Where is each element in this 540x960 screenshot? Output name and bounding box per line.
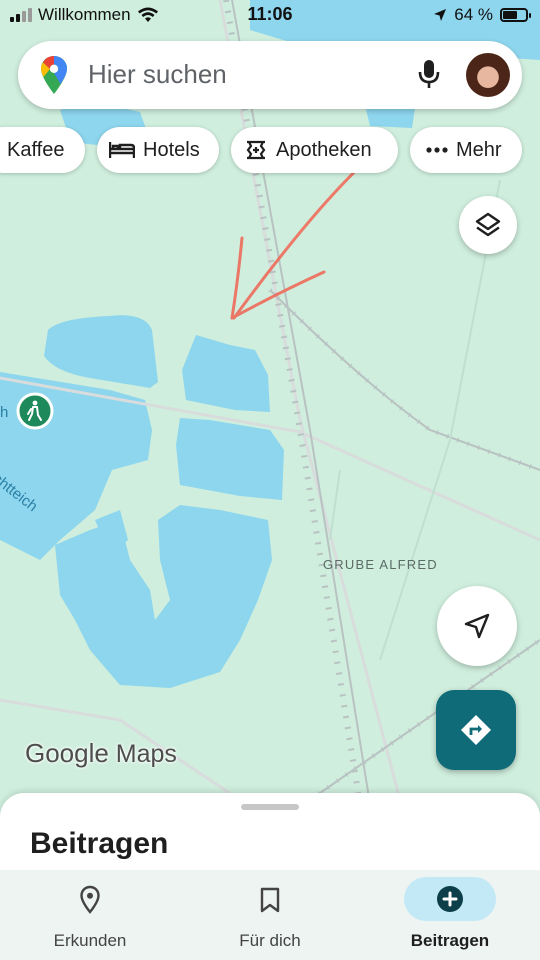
chip-mehr[interactable]: Mehr <box>410 127 522 173</box>
pharmacy-icon <box>246 140 266 160</box>
sheet-drag-handle[interactable] <box>241 804 299 810</box>
my-location-button[interactable] <box>437 586 517 666</box>
chip-kaffee[interactable]: Kaffee <box>0 127 85 173</box>
brand-maps: Maps <box>115 740 177 768</box>
chip-label: Hotels <box>143 138 200 161</box>
battery-icon <box>500 8 531 22</box>
directions-icon <box>461 715 491 745</box>
google-maps-wordmark: Google Maps <box>25 738 177 769</box>
chip-apotheken[interactable]: Apotheken <box>231 127 398 173</box>
chip-label: Apotheken <box>276 138 372 161</box>
bookmark-icon <box>260 887 280 913</box>
location-arrow-icon <box>434 9 447 21</box>
bed-icon <box>109 142 135 158</box>
layers-icon <box>475 212 501 237</box>
tab-label: Für dich <box>239 931 301 950</box>
search-input[interactable]: Hier suchen <box>88 59 227 90</box>
tab-fuer-dich[interactable]: Für dich <box>180 870 360 960</box>
chip-hotels[interactable]: Hotels <box>97 127 219 173</box>
microphone-icon[interactable] <box>416 57 442 93</box>
status-right: 64 % <box>433 5 531 25</box>
chip-label: Kaffee <box>7 138 65 161</box>
category-chips: Kaffee Hotels Apotheken Mehr <box>0 127 540 173</box>
google-maps-logo-icon <box>41 56 67 94</box>
tab-label: Beitragen <box>410 931 490 950</box>
layers-button[interactable] <box>459 196 517 254</box>
bottom-navigation: Erkunden Für dich Beitragen <box>0 870 540 960</box>
search-bar[interactable]: Hier suchen <box>18 41 522 109</box>
place-label-grube-alfred: GRUBE ALFRED <box>323 557 438 572</box>
account-avatar[interactable] <box>466 53 510 97</box>
brand-google: Google <box>25 738 109 768</box>
svg-text:h: h <box>0 404 8 421</box>
tab-beitragen[interactable]: Beitragen <box>360 870 540 960</box>
add-circle-icon <box>437 886 463 912</box>
status-bar: Willkommen 11:06 64 % <box>0 0 540 32</box>
navigation-arrow-icon <box>464 613 490 639</box>
hiking-poi-icon <box>16 392 54 430</box>
location-pin-icon <box>80 885 100 914</box>
tab-erkunden[interactable]: Erkunden <box>0 870 180 960</box>
sheet-title: Beitragen <box>30 827 169 860</box>
battery-fill <box>503 11 517 19</box>
directions-button[interactable] <box>436 690 516 770</box>
tab-label: Erkunden <box>53 931 127 950</box>
more-dots-icon <box>426 147 448 153</box>
battery-percent: 64 % <box>454 5 493 24</box>
chip-label: Mehr <box>456 138 502 161</box>
